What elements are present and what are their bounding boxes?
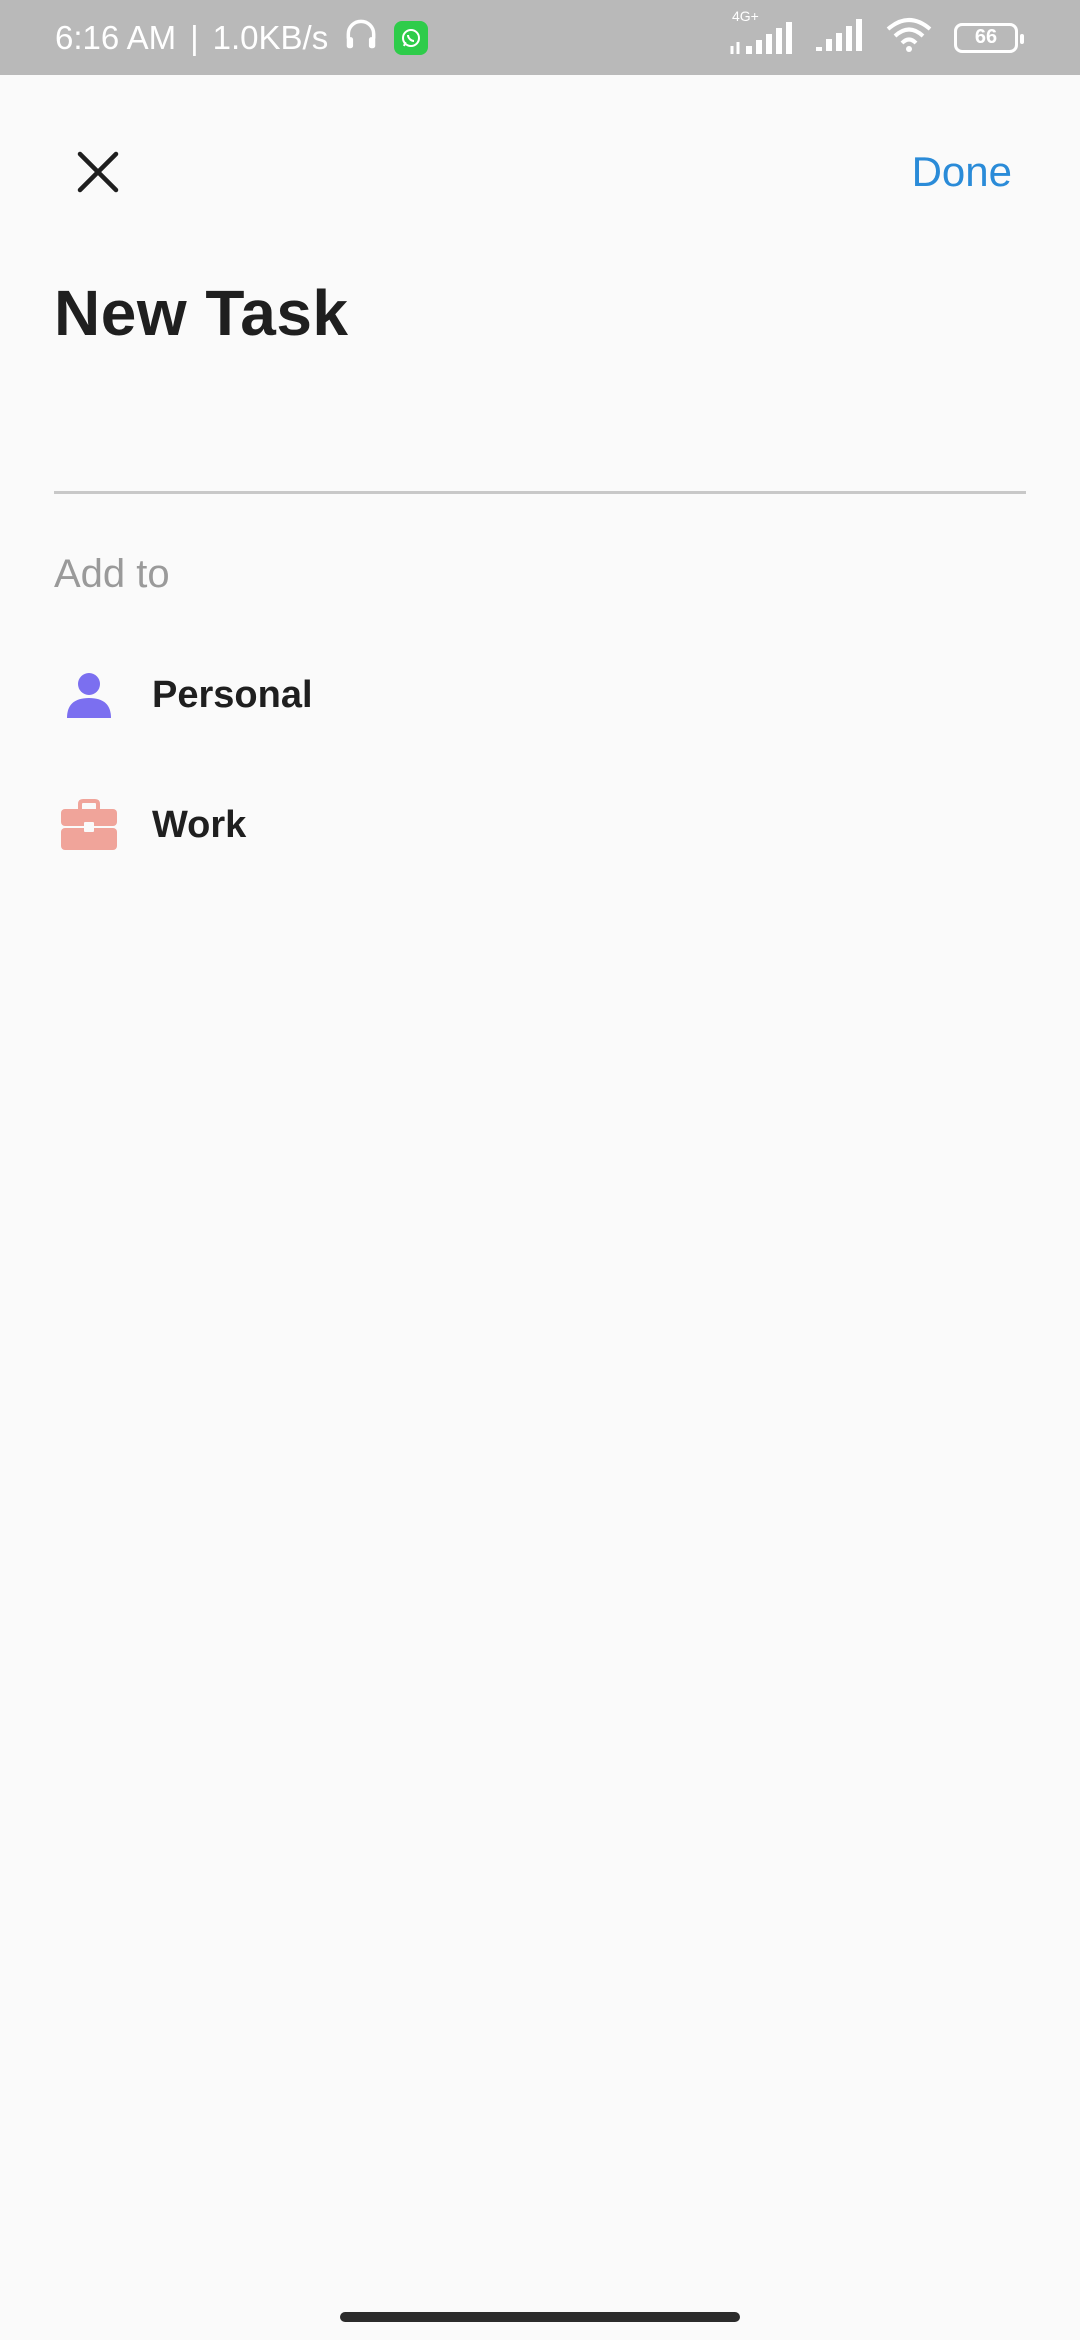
status-separator: | [190, 18, 199, 56]
header: Done [0, 75, 1080, 275]
status-left: 6:16 AM | 1.0KB/s [55, 15, 429, 61]
wifi-icon [884, 17, 934, 58]
signal-icon-2 [814, 17, 864, 58]
status-speed: 1.0KB/s [212, 18, 329, 56]
battery-icon: 66 [954, 22, 1024, 53]
add-to-label: Add to [54, 552, 170, 596]
list-item-work[interactable]: Work [54, 775, 1026, 875]
list-item-label: Personal [152, 673, 313, 716]
status-right: 4G+ 66 [728, 8, 1024, 58]
task-title-input[interactable] [54, 400, 1026, 494]
briefcase-icon [54, 790, 124, 860]
headphones-icon [342, 15, 380, 61]
network-type: 4G+ [732, 7, 759, 24]
signal-icon: 4G+ [728, 8, 794, 56]
battery-level: 66 [974, 26, 998, 48]
whatsapp-icon [394, 20, 429, 55]
done-button[interactable]: Done [912, 148, 1012, 196]
status-time: 6:16 AM [55, 18, 177, 56]
person-icon [54, 660, 124, 730]
page-title: New Task [54, 277, 349, 349]
close-icon [76, 150, 120, 199]
home-indicator[interactable] [340, 2312, 740, 2322]
close-button[interactable] [62, 138, 134, 210]
list-item-personal[interactable]: Personal [54, 645, 1026, 745]
status-bar: 6:16 AM | 1.0KB/s 4G+ 66 [0, 0, 1080, 75]
list-item-label: Work [152, 803, 247, 846]
